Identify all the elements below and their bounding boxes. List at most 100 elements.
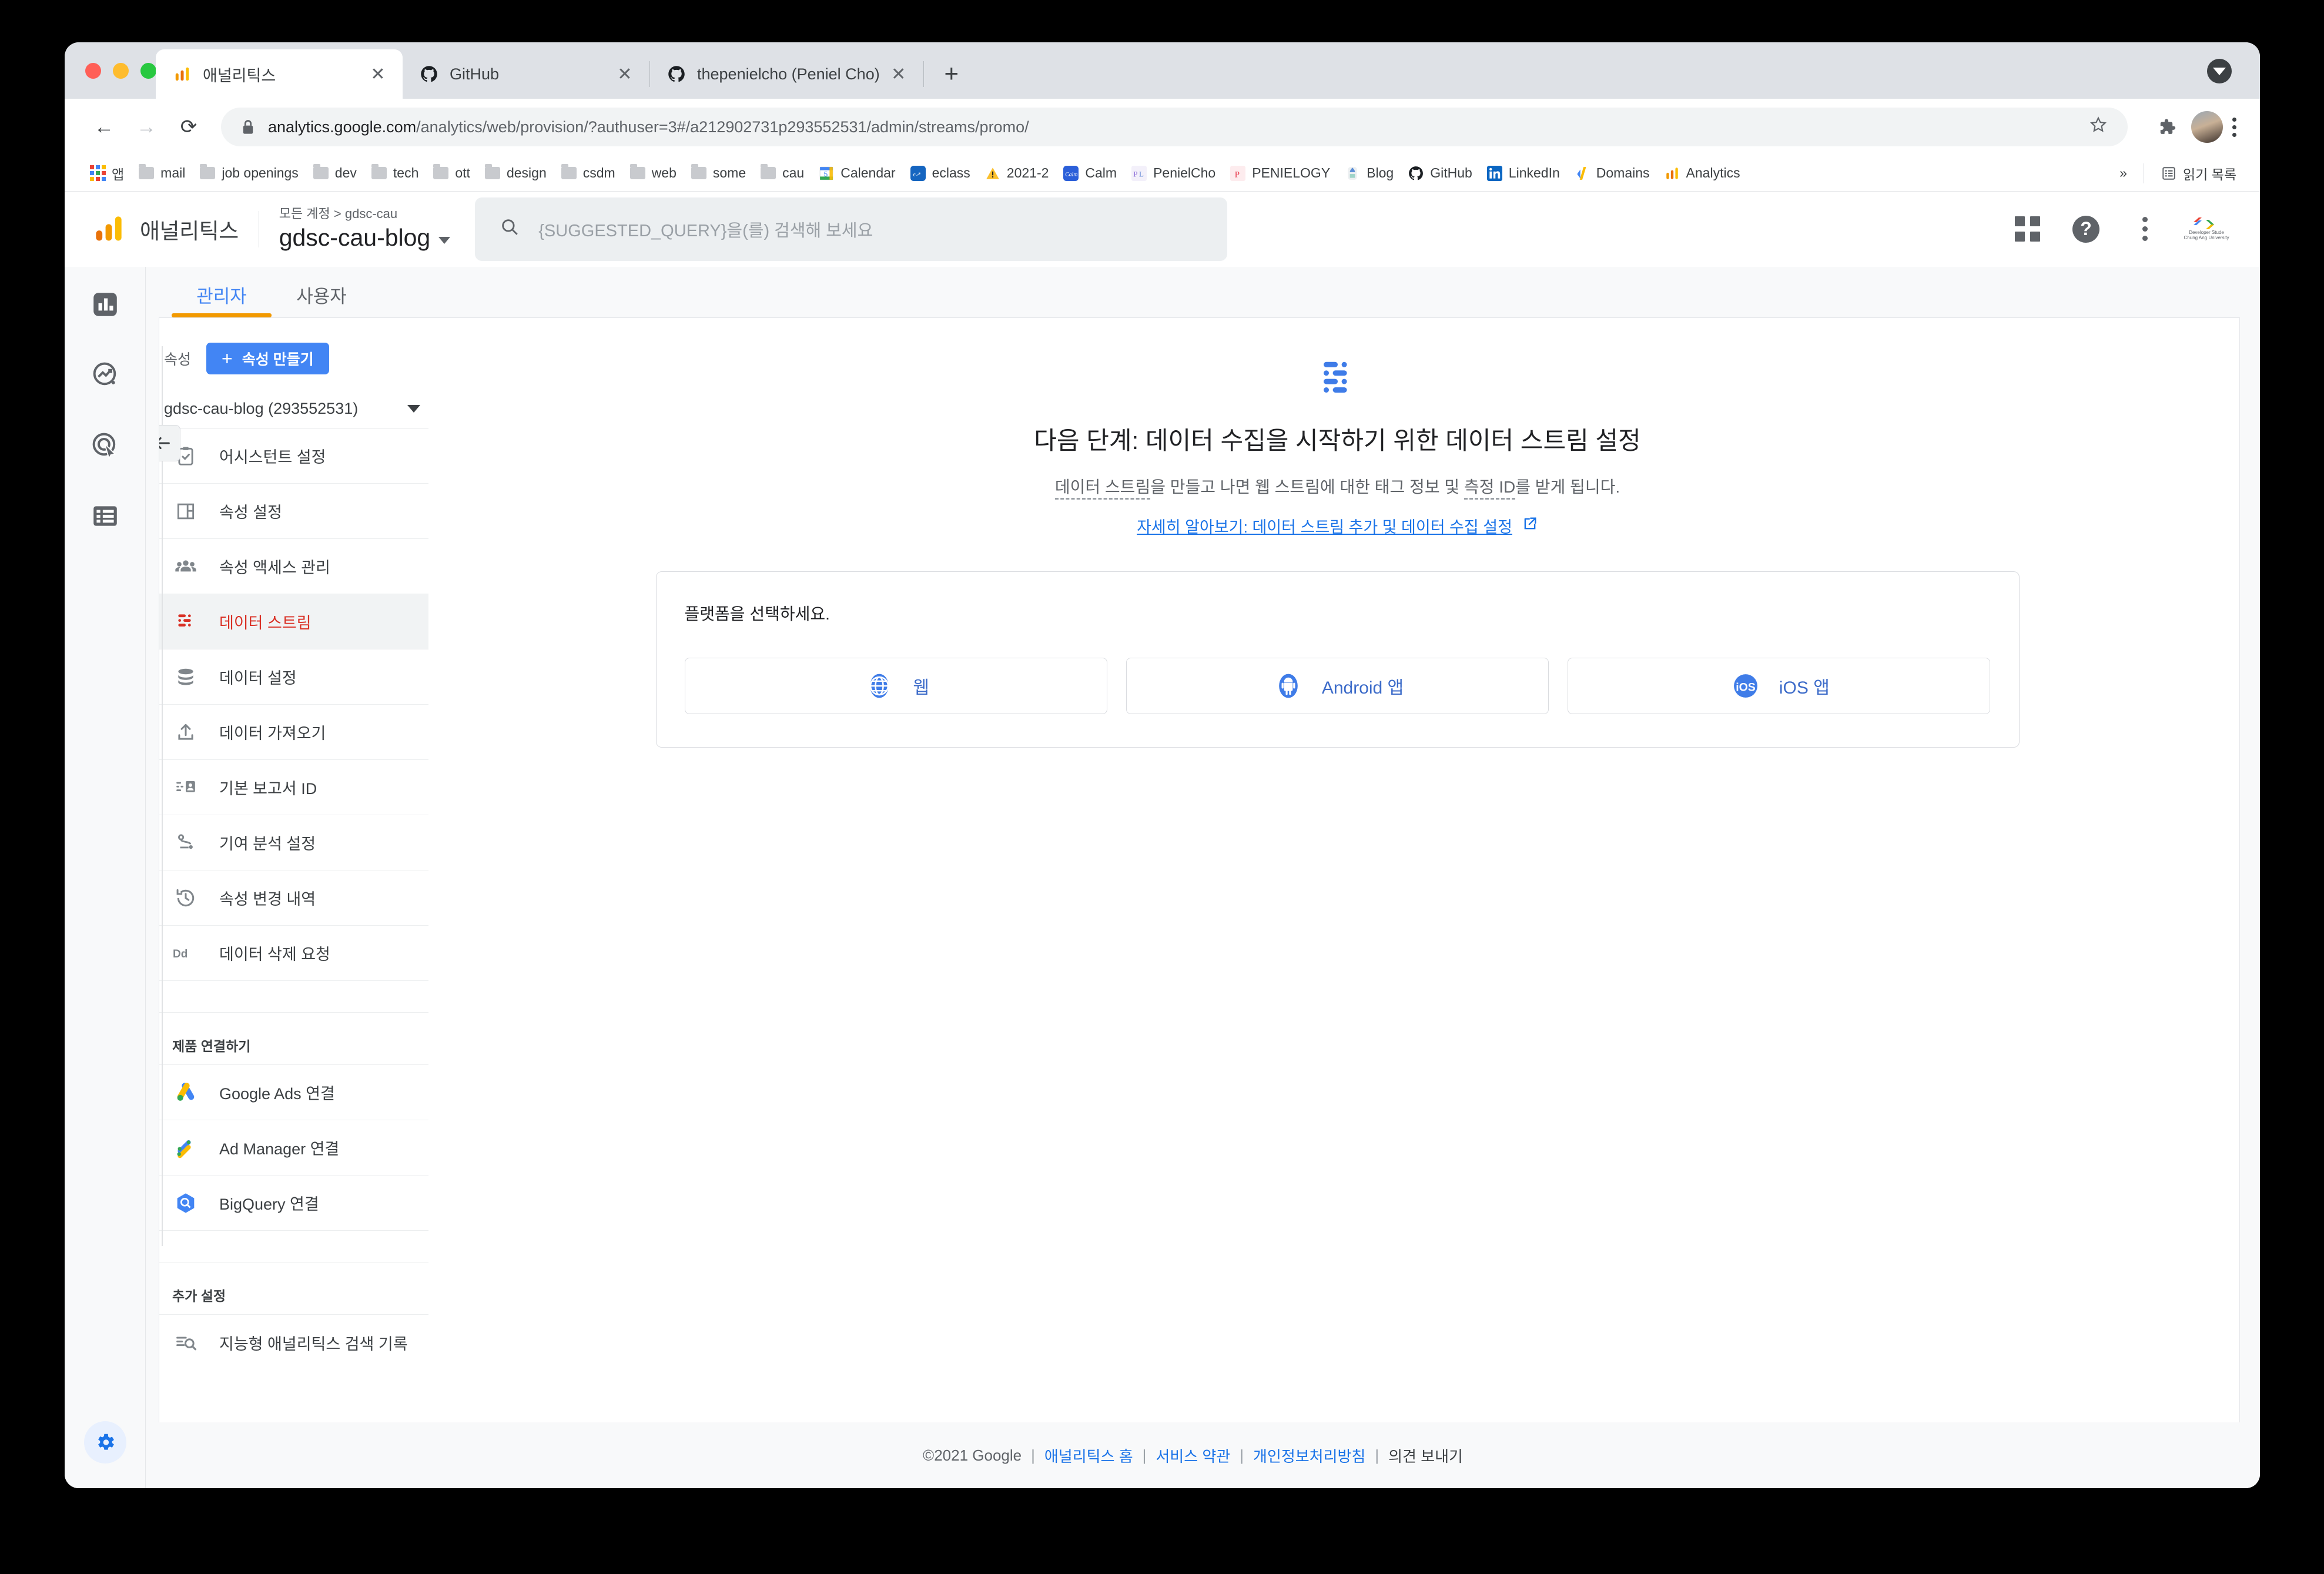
create-property-button[interactable]: + 속성 만들기	[206, 343, 329, 374]
minimize-window-button[interactable]	[113, 63, 129, 79]
bookmark-eclass[interactable]: e↗ eclass	[903, 159, 977, 187]
close-icon[interactable]: ✕	[613, 62, 637, 86]
reports-icon[interactable]	[88, 287, 122, 322]
bookmark-some[interactable]: some	[684, 159, 753, 187]
bookmark-domains[interactable]: Domains	[1567, 159, 1657, 187]
new-tab-button[interactable]: +	[932, 54, 971, 93]
sidebar-item-bigquery-link[interactable]: BigQuery 연결	[159, 1176, 428, 1231]
attribution-icon	[172, 832, 199, 854]
kebab-menu-icon[interactable]	[2232, 117, 2236, 137]
explore-icon[interactable]	[88, 358, 122, 392]
browser-tab-analytics[interactable]: 애널리틱스 ✕	[156, 49, 403, 99]
address-bar[interactable]: analytics.google.com/analytics/web/provi…	[221, 108, 2128, 146]
bookmark-tech[interactable]: tech	[364, 159, 426, 187]
platform-ios-button[interactable]: iOS iOS 앱	[1568, 658, 1991, 714]
maximize-window-button[interactable]	[140, 63, 156, 79]
bookmark-mail[interactable]: mail	[131, 159, 192, 187]
footer-link-privacy[interactable]: 개인정보처리방침	[1253, 1445, 1365, 1466]
advertising-icon[interactable]	[88, 428, 122, 463]
penielcho-icon: PL	[1131, 165, 1147, 182]
bookmark-label: web	[651, 165, 677, 180]
header-actions: ? Developer Stude Chung Ang University	[2011, 210, 2234, 249]
forward-button[interactable]: →	[128, 109, 165, 145]
bookmark-penielcho[interactable]: PL PenielCho	[1124, 159, 1223, 187]
svg-text:P: P	[1133, 169, 1137, 178]
folder-icon	[199, 164, 216, 182]
bookmarks-overflow-button[interactable]: »	[2112, 159, 2134, 187]
sidebar-item-data-deletion-requests[interactable]: Dd 데이터 삭제 요청	[159, 926, 428, 981]
collapse-rail-line	[162, 346, 163, 1246]
bookmark-analytics[interactable]: Analytics	[1657, 159, 1747, 187]
sidebar-item-label: 속성 액세스 관리	[219, 559, 330, 577]
close-window-button[interactable]	[85, 63, 101, 79]
tab-admin[interactable]: 관리자	[172, 282, 272, 317]
bookmark-job-openings[interactable]: job openings	[192, 159, 305, 187]
apps-grid-icon[interactable]	[2011, 213, 2044, 246]
learn-more-link[interactable]: 자세히 알아보기: 데이터 스트림 추가 및 데이터 수집 설정	[1137, 514, 1538, 537]
sidebar-item-property-change-history[interactable]: 속성 변경 내역	[159, 870, 428, 926]
sidebar-item-label: 기본 보고서 ID	[219, 780, 317, 798]
gdsc-cau-avatar[interactable]: Developer Stude Chung Ang University	[2184, 210, 2229, 249]
bookmark-penielogy[interactable]: P PENIELOGY	[1223, 159, 1337, 187]
bookmark-csdm[interactable]: csdm	[554, 159, 622, 187]
footer-link-analytics-home[interactable]: 애널리틱스 홈	[1044, 1445, 1133, 1466]
help-icon[interactable]: ?	[2070, 213, 2102, 246]
github-icon	[667, 64, 687, 84]
sidebar-item-data-settings[interactable]: 데이터 설정	[159, 649, 428, 705]
close-icon[interactable]: ✕	[887, 62, 910, 86]
reading-list-button[interactable]: 읽기 목록	[2154, 159, 2243, 187]
bookmark-linkedin[interactable]: LinkedIn	[1479, 159, 1567, 187]
sidebar-item-analytics-intelligence-search-history[interactable]: 지능형 애널리틱스 검색 기록	[159, 1315, 428, 1370]
bookmark-calendar[interactable]: 5 Calendar	[811, 159, 902, 187]
bookmark-design[interactable]: design	[477, 159, 554, 187]
property-select[interactable]: gdsc-cau-blog (293552531)	[159, 390, 428, 428]
sidebar-item-property-access-management[interactable]: 속성 액세스 관리	[159, 539, 428, 594]
account-property-selector[interactable]: 모든 계정 > gdsc-cau gdsc-cau-blog	[279, 206, 451, 252]
bookmark-github[interactable]: GitHub	[1401, 159, 1479, 187]
browser-tab-thepenielcho[interactable]: thepenielcho (Peniel Cho) ✕	[650, 49, 923, 99]
linkedin-icon	[1486, 165, 1503, 182]
star-icon[interactable]	[2089, 115, 2108, 139]
nav-section-gap	[159, 981, 428, 1013]
kebab-menu-icon[interactable]	[2128, 213, 2161, 246]
platform-android-button[interactable]: Android 앱	[1126, 658, 1549, 714]
sidebar-item-reporting-identity[interactable]: 기본 보고서 ID	[159, 760, 428, 815]
bookmark-label: tech	[393, 165, 419, 180]
folder-icon	[433, 164, 449, 182]
bookmark-apps[interactable]: 앱	[82, 159, 131, 187]
sidebar-item-attribution-settings[interactable]: 기여 분석 설정	[159, 815, 428, 870]
sidebar-item-assistant-setup[interactable]: 어시스턴트 설정	[159, 428, 428, 484]
bookmark-ott[interactable]: ott	[426, 159, 477, 187]
sidebar-item-data-import[interactable]: 데이터 가져오기	[159, 705, 428, 760]
bookmark-web[interactable]: web	[622, 159, 684, 187]
bookmark-dev[interactable]: dev	[306, 159, 364, 187]
sidebar-item-property-settings[interactable]: 속성 설정	[159, 484, 428, 539]
footer-link-terms[interactable]: 서비스 약관	[1156, 1445, 1230, 1466]
sidebar-item-google-ads-link[interactable]: Google Ads 연결	[159, 1065, 428, 1120]
bookmark-blog[interactable]: Blog	[1337, 159, 1401, 187]
reload-button[interactable]: ⟳	[170, 109, 207, 145]
admin-gear-icon[interactable]	[83, 1421, 126, 1464]
puzzle-icon[interactable]	[2150, 110, 2183, 143]
tab-user[interactable]: 사용자	[272, 282, 371, 317]
bookmark-2021-2[interactable]: 2021-2	[977, 159, 1056, 187]
footer-send-feedback[interactable]: 의견 보내기	[1388, 1445, 1463, 1466]
tab-search-chevron-down-icon[interactable]	[2207, 59, 2232, 83]
domains-icon	[1574, 165, 1590, 182]
profile-avatar[interactable]	[2191, 111, 2223, 143]
sidebar-item-ad-manager-link[interactable]: Ad Manager 연결	[159, 1120, 428, 1176]
back-button[interactable]: ←	[86, 109, 122, 145]
browser-tab-github[interactable]: GitHub ✕	[403, 49, 649, 99]
search-input[interactable]: {SUGGESTED_QUERY}을(를) 검색해 보세요	[475, 197, 1228, 261]
configure-icon[interactable]	[88, 499, 122, 533]
reading-list-label: 읽기 목록	[2182, 166, 2236, 182]
close-icon[interactable]: ✕	[366, 62, 390, 86]
page-title: 다음 단계: 데이터 수집을 시작하기 위한 데이터 스트림 설정	[1034, 427, 1641, 454]
platform-web-button[interactable]: 웹	[684, 658, 1107, 714]
collapse-panel-button[interactable]	[159, 425, 180, 461]
globe-icon	[862, 669, 896, 703]
bookmark-calm[interactable]: Calm Calm	[1056, 159, 1124, 187]
bookmark-cau[interactable]: cau	[753, 159, 811, 187]
sidebar-item-data-streams[interactable]: 데이터 스트림	[159, 594, 428, 649]
footer-separator: |	[1142, 1446, 1147, 1464]
